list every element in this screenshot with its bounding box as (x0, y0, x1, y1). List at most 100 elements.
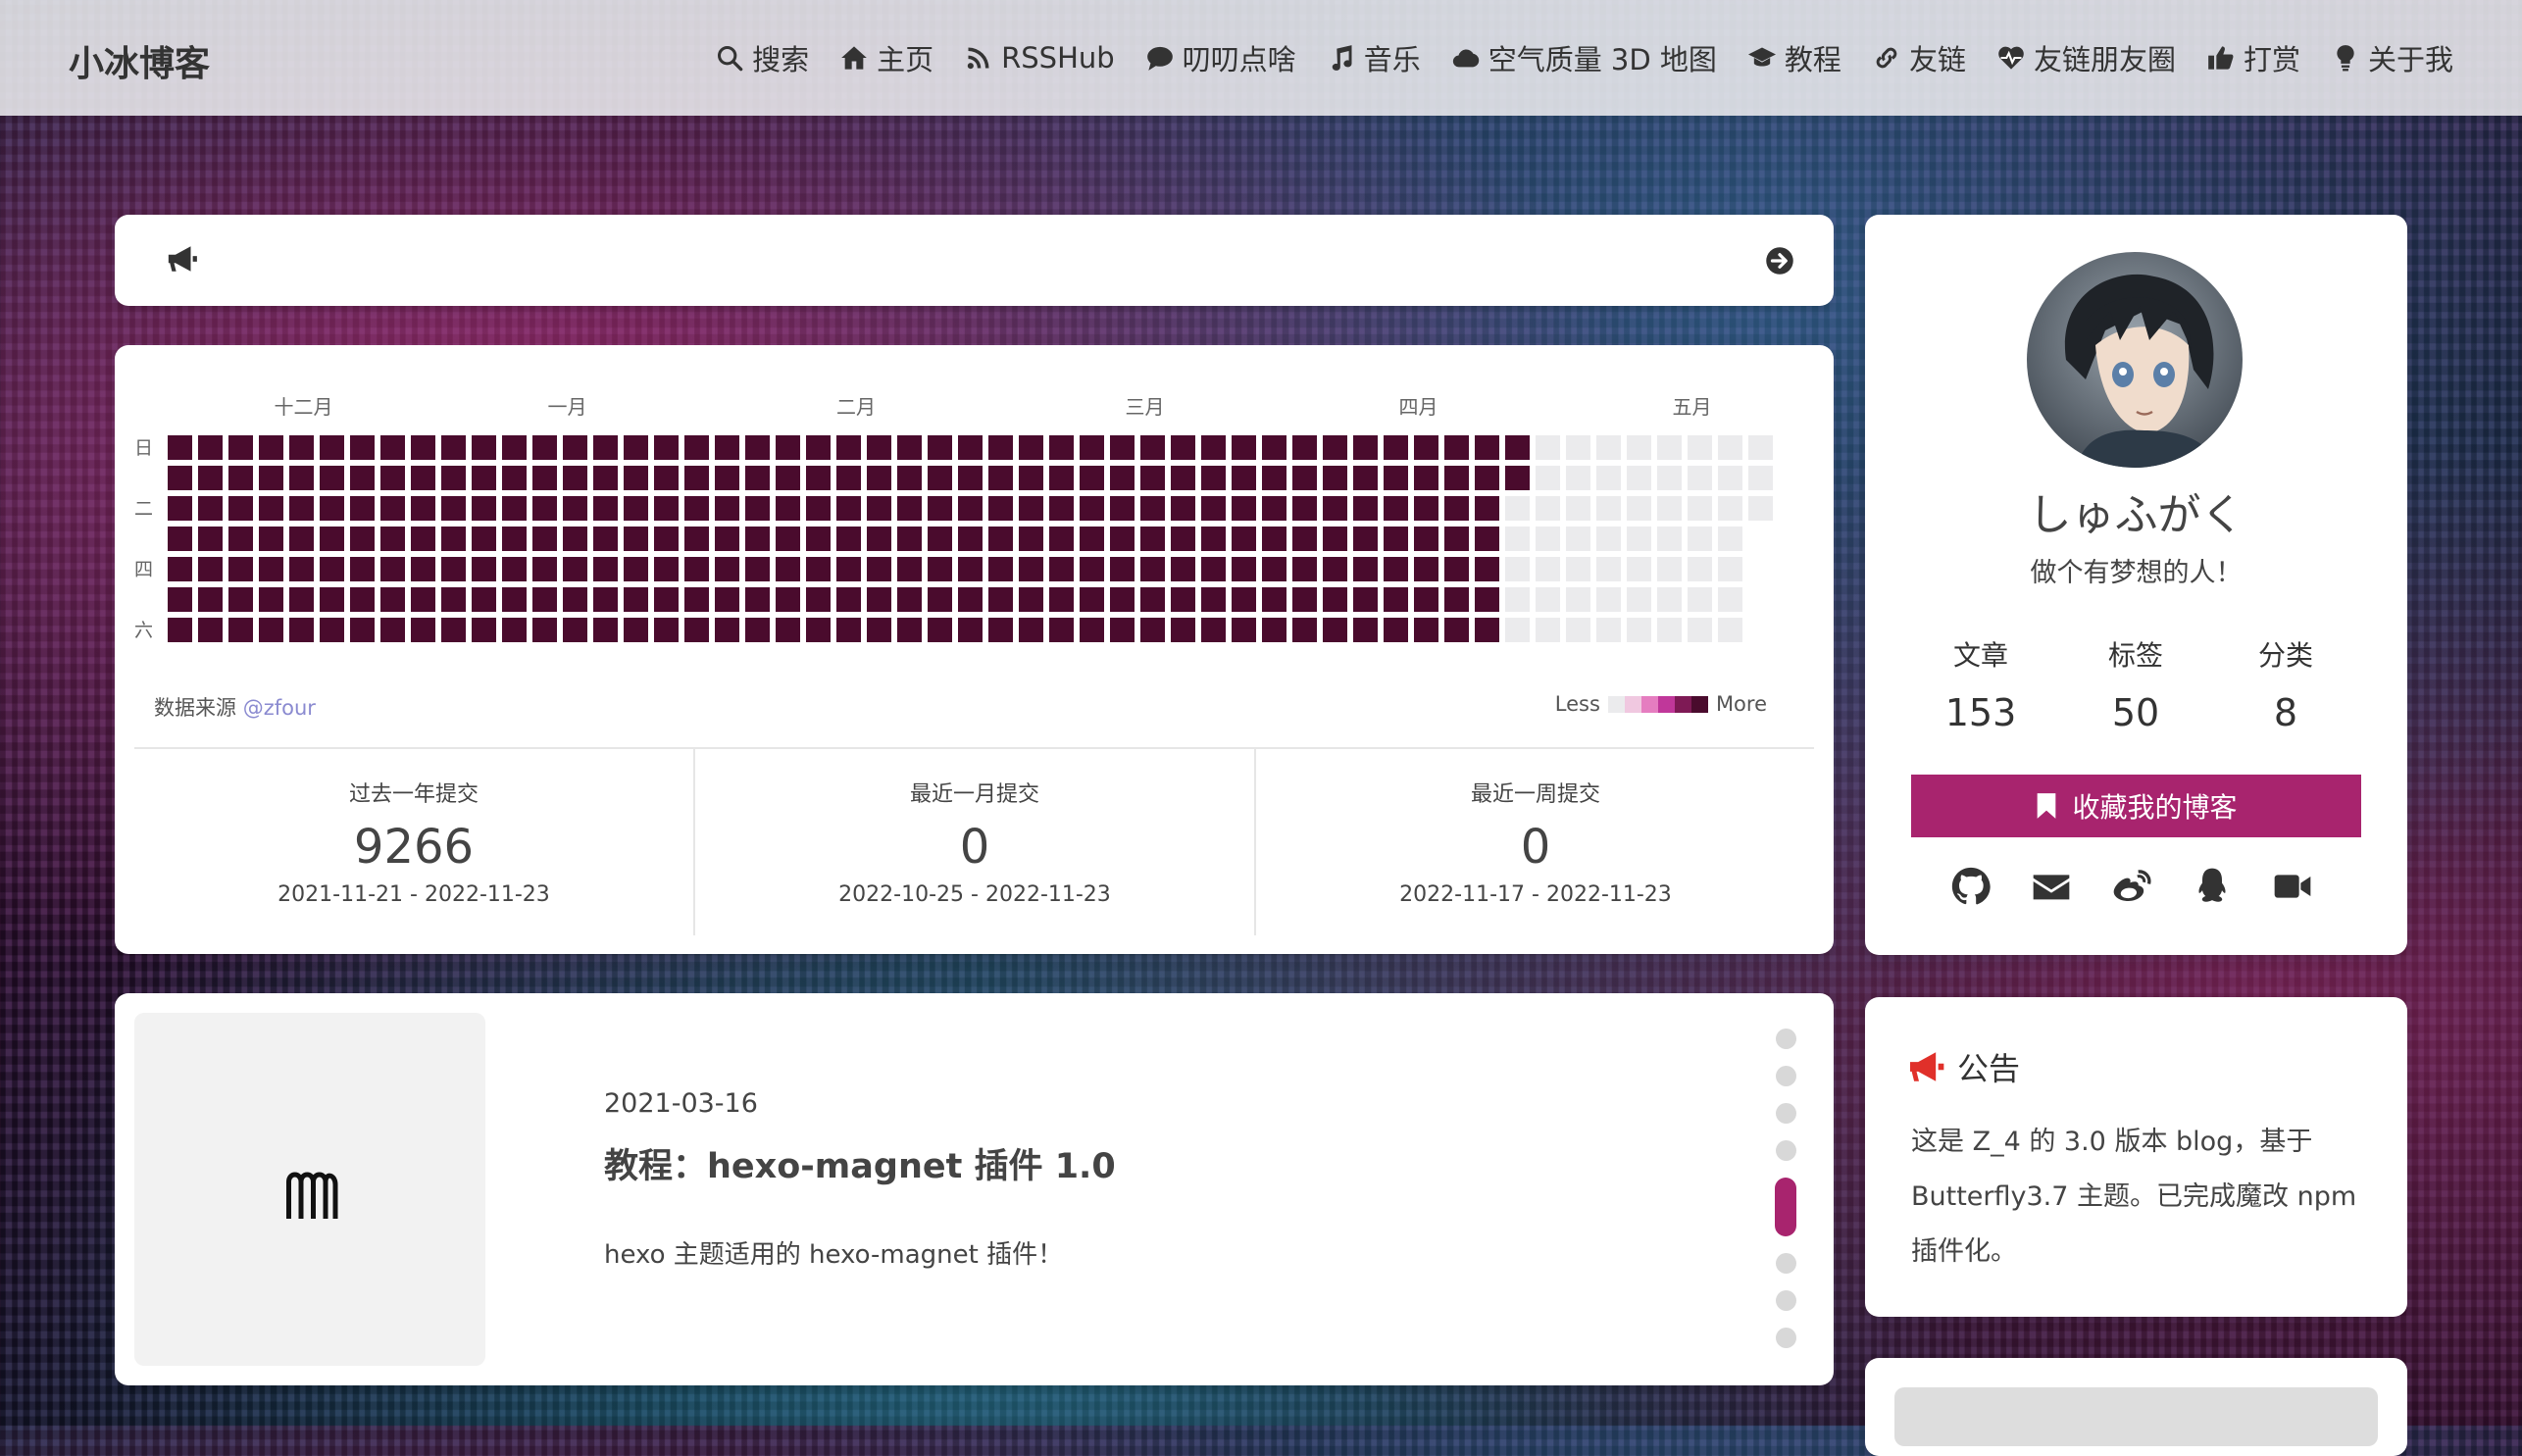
calendar-day-cell[interactable] (1475, 435, 1499, 460)
calendar-day-cell[interactable] (320, 466, 344, 490)
calendar-day-cell[interactable] (228, 527, 253, 551)
calendar-day-cell[interactable] (411, 527, 435, 551)
calendar-day-cell[interactable] (1596, 435, 1621, 460)
calendar-day-cell[interactable] (1292, 618, 1317, 642)
calendar-day-cell[interactable] (1171, 527, 1195, 551)
calendar-day-cell[interactable] (1627, 587, 1651, 612)
pager-dot[interactable] (1775, 1029, 1796, 1049)
calendar-day-cell[interactable] (168, 466, 192, 490)
calendar-day-cell[interactable] (776, 618, 800, 642)
calendar-day-cell[interactable] (928, 587, 952, 612)
calendar-day-cell[interactable] (1232, 466, 1256, 490)
calendar-day-cell[interactable] (532, 618, 557, 642)
calendar-day-cell[interactable] (958, 435, 983, 460)
calendar-day-cell[interactable] (532, 496, 557, 521)
calendar-day-cell[interactable] (1384, 466, 1408, 490)
calendar-day-cell[interactable] (1444, 496, 1469, 521)
calendar-day-cell[interactable] (502, 435, 527, 460)
calendar-day-cell[interactable] (715, 496, 739, 521)
calendar-day-cell[interactable] (228, 618, 253, 642)
calendar-day-cell[interactable] (532, 527, 557, 551)
calendar-day-cell[interactable] (198, 435, 223, 460)
calendar-day-cell[interactable] (988, 557, 1013, 581)
calendar-day-cell[interactable] (1019, 496, 1043, 521)
calendar-day-cell[interactable] (1140, 466, 1165, 490)
calendar-day-cell[interactable] (380, 618, 405, 642)
calendar-day-cell[interactable] (441, 435, 466, 460)
calendar-day-cell[interactable] (1414, 466, 1438, 490)
pager-dot[interactable] (1775, 1328, 1796, 1348)
calendar-day-cell[interactable] (1201, 587, 1226, 612)
calendar-day-cell[interactable] (259, 557, 283, 581)
calendar-day-cell[interactable] (928, 466, 952, 490)
pager-dot-active[interactable] (1775, 1178, 1796, 1236)
calendar-day-cell[interactable] (198, 557, 223, 581)
calendar-day-cell[interactable] (1323, 466, 1347, 490)
calendar-day-cell[interactable] (1080, 435, 1104, 460)
calendar-day-cell[interactable] (928, 557, 952, 581)
calendar-day-cell[interactable] (1566, 587, 1590, 612)
calendar-day-cell[interactable] (1262, 496, 1286, 521)
calendar-day-cell[interactable] (1657, 435, 1682, 460)
calendar-day-cell[interactable] (1049, 435, 1074, 460)
calendar-day-cell[interactable] (532, 466, 557, 490)
calendar-day-cell[interactable] (1262, 618, 1286, 642)
calendar-day-cell[interactable] (654, 618, 679, 642)
calendar-day-cell[interactable] (1414, 496, 1438, 521)
calendar-day-cell[interactable] (259, 527, 283, 551)
pager-dot[interactable] (1775, 1290, 1796, 1311)
nav-item-talk[interactable]: 叨叨点啥 (1146, 37, 1296, 78)
nav-item-about[interactable]: 关于我 (2332, 37, 2453, 78)
calendar-day-cell[interactable] (532, 557, 557, 581)
calendar-day-cell[interactable] (1140, 435, 1165, 460)
calendar-day-cell[interactable] (1384, 527, 1408, 551)
calendar-day-cell[interactable] (745, 435, 770, 460)
nav-item-search[interactable]: 搜索 (716, 37, 809, 78)
calendar-day-cell[interactable] (1232, 587, 1256, 612)
calendar-day-cell[interactable] (1444, 466, 1469, 490)
calendar-day-cell[interactable] (1262, 557, 1286, 581)
calendar-day-cell[interactable] (1080, 618, 1104, 642)
calendar-day-cell[interactable] (1080, 527, 1104, 551)
calendar-day-cell[interactable] (1414, 618, 1438, 642)
calendar-day-cell[interactable] (1019, 618, 1043, 642)
calendar-day-cell[interactable] (1384, 557, 1408, 581)
calendar-day-cell[interactable] (745, 527, 770, 551)
calendar-day-cell[interactable] (928, 435, 952, 460)
calendar-day-cell[interactable] (259, 435, 283, 460)
calendar-day-cell[interactable] (593, 557, 618, 581)
calendar-day-cell[interactable] (1566, 435, 1590, 460)
calendar-day-cell[interactable] (1140, 618, 1165, 642)
calendar-day-cell[interactable] (624, 557, 648, 581)
calendar-day-cell[interactable] (228, 435, 253, 460)
calendar-day-cell[interactable] (289, 587, 314, 612)
calendar-day-cell[interactable] (1414, 527, 1438, 551)
calendar-day-cell[interactable] (867, 618, 891, 642)
calendar-day-cell[interactable] (624, 527, 648, 551)
calendar-day-cell[interactable] (1140, 496, 1165, 521)
calendar-day-cell[interactable] (1353, 435, 1378, 460)
calendar-day-cell[interactable] (441, 466, 466, 490)
calendar-day-cell[interactable] (411, 496, 435, 521)
calendar-day-cell[interactable] (715, 587, 739, 612)
calendar-day-cell[interactable] (1384, 435, 1408, 460)
pager-dot[interactable] (1775, 1066, 1796, 1086)
calendar-day-cell[interactable] (441, 587, 466, 612)
calendar-day-cell[interactable] (715, 435, 739, 460)
calendar-day-cell[interactable] (1140, 587, 1165, 612)
calendar-day-cell[interactable] (1536, 618, 1560, 642)
calendar-day-cell[interactable] (1110, 435, 1135, 460)
calendar-day-cell[interactable] (1049, 496, 1074, 521)
calendar-day-cell[interactable] (988, 466, 1013, 490)
calendar-day-cell[interactable] (1657, 527, 1682, 551)
calendar-day-cell[interactable] (1140, 557, 1165, 581)
calendar-day-cell[interactable] (1566, 496, 1590, 521)
calendar-day-cell[interactable] (472, 527, 496, 551)
calendar-day-cell[interactable] (320, 557, 344, 581)
calendar-day-cell[interactable] (1110, 466, 1135, 490)
calendar-day-cell[interactable] (1657, 618, 1682, 642)
calendar-day-cell[interactable] (1627, 557, 1651, 581)
calendar-day-cell[interactable] (1232, 496, 1256, 521)
calendar-day-cell[interactable] (1627, 435, 1651, 460)
calendar-day-cell[interactable] (1444, 587, 1469, 612)
